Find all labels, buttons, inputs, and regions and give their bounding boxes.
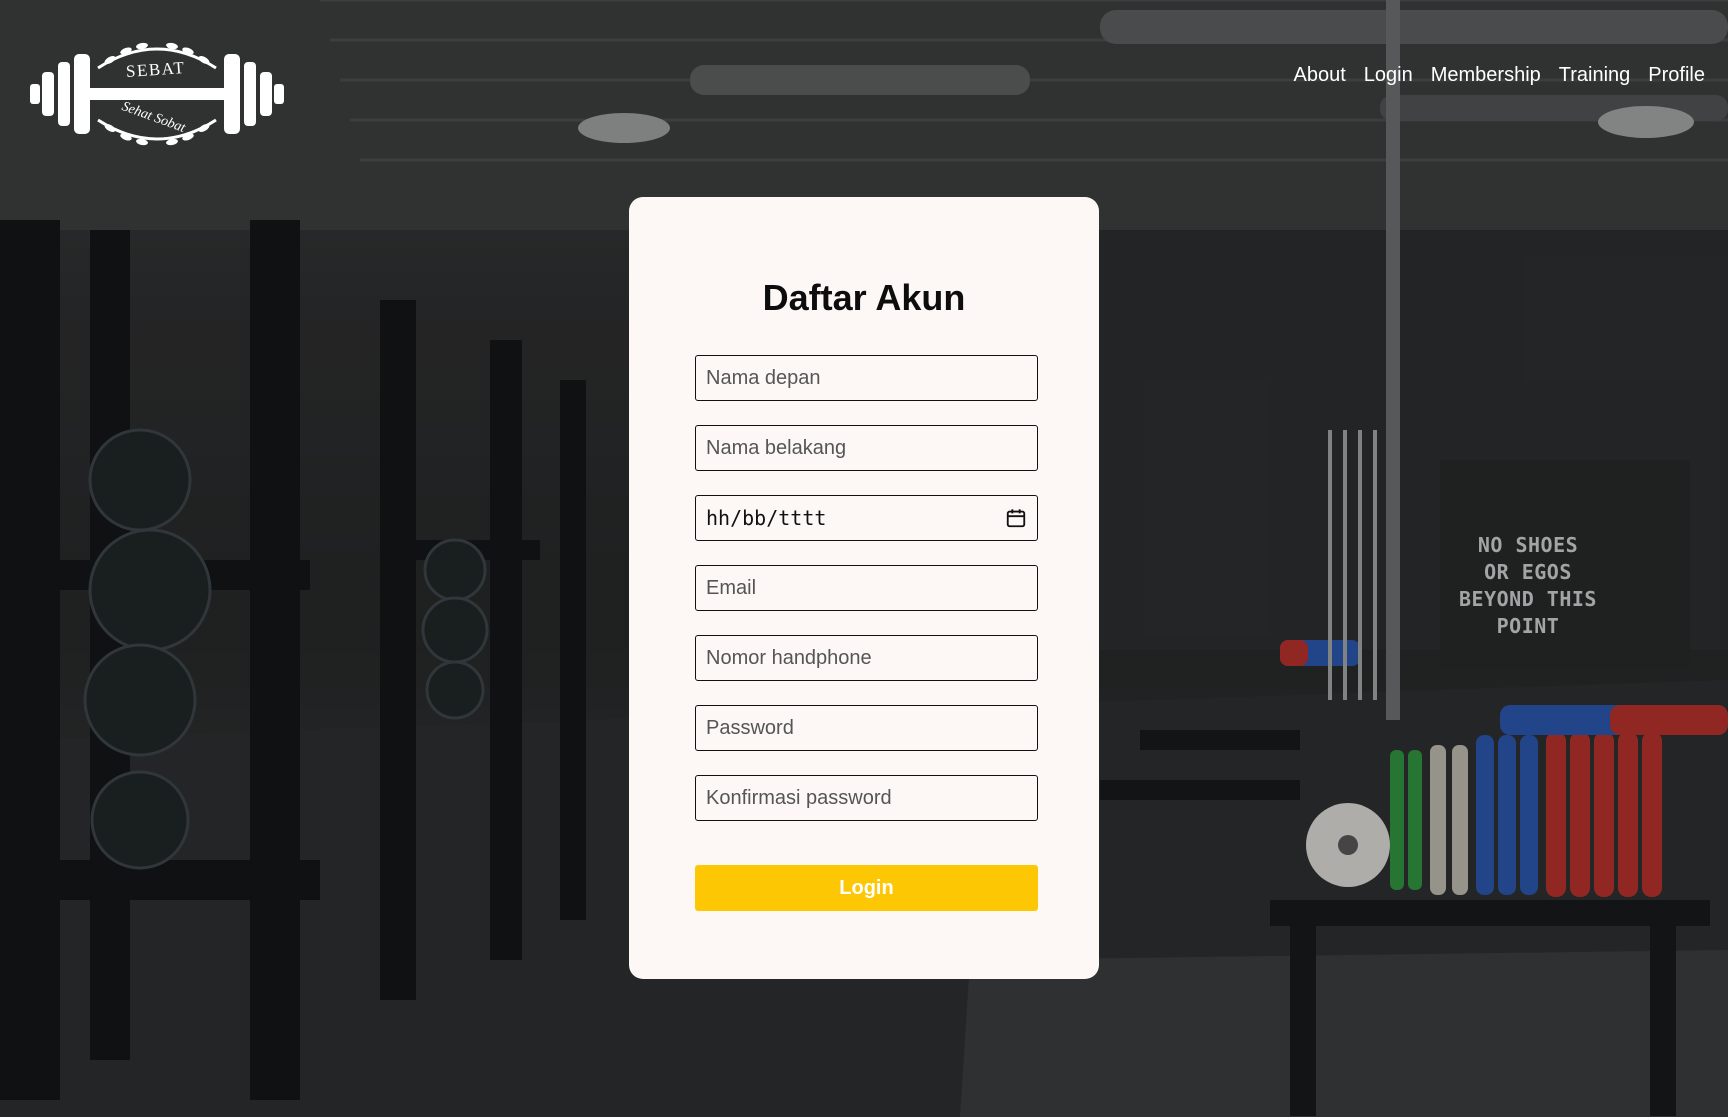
nav-link-profile[interactable]: Profile: [1648, 64, 1705, 87]
confirm-password-input[interactable]: [695, 775, 1038, 821]
birth-date-input[interactable]: hh/bb/tttt: [695, 495, 1038, 541]
nav-link-login[interactable]: Login: [1364, 64, 1413, 87]
nav-link-about[interactable]: About: [1294, 64, 1346, 87]
main-nav: About Login Membership Training Profile: [1294, 64, 1705, 87]
gym-sign-line: NO SHOES: [1477, 533, 1579, 557]
password-input[interactable]: [695, 705, 1038, 751]
last-name-input[interactable]: [695, 425, 1038, 471]
site-logo[interactable]: SEBAT Sehat Sobat: [30, 38, 284, 158]
gym-wall-sign: NO SHOES OR EGOS BEYOND THIS POINT: [1433, 532, 1623, 640]
phone-input[interactable]: [695, 635, 1038, 681]
nav-link-training[interactable]: Training: [1559, 64, 1631, 87]
gym-sign-line: BEYOND THIS POINT: [1459, 587, 1597, 638]
email-input[interactable]: [695, 565, 1038, 611]
form-title: Daftar Akun: [762, 277, 966, 318]
register-card: Daftar Akun hh/bb/tttt Login: [629, 197, 1099, 979]
login-button[interactable]: Login: [695, 865, 1038, 911]
calendar-icon[interactable]: [1005, 507, 1027, 529]
gym-sign-line: OR EGOS: [1484, 560, 1572, 584]
birth-date-value: hh/bb/tttt: [706, 506, 827, 530]
first-name-input[interactable]: [695, 355, 1038, 401]
barbell-laurel-icon: [30, 42, 284, 146]
nav-link-membership[interactable]: Membership: [1431, 64, 1541, 87]
logo-title: SEBAT: [125, 57, 187, 82]
